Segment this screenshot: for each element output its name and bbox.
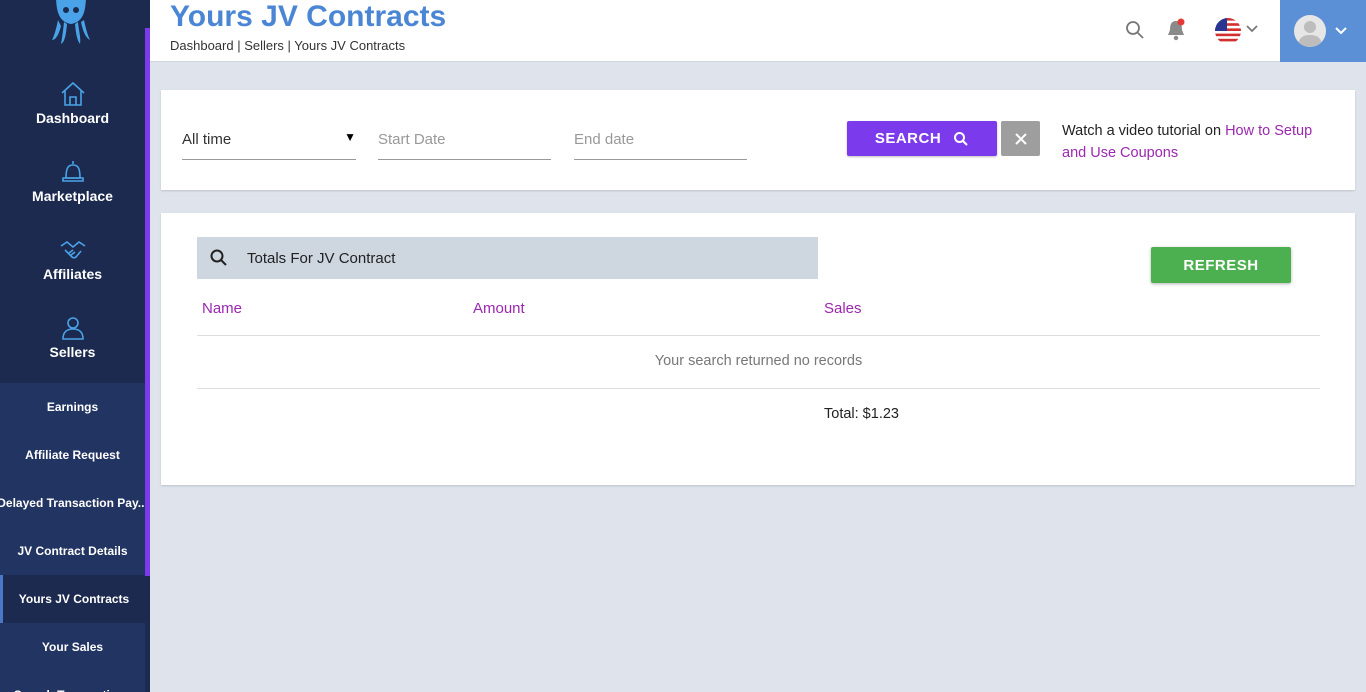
home-icon: [60, 81, 85, 106]
column-header-amount[interactable]: Amount: [473, 300, 525, 317]
search-icon: [954, 131, 968, 146]
column-header-name[interactable]: Name: [202, 300, 242, 317]
dropdown-arrow-icon: ▼: [344, 130, 356, 144]
table-search-value: Totals For JV Contract: [247, 249, 396, 267]
filter-panel: All time ▼ Start Date End date SEARCH Wa…: [161, 90, 1355, 190]
end-date-field[interactable]: End date: [574, 120, 747, 160]
us-flag-icon[interactable]: [1215, 18, 1241, 44]
results-panel: Totals For JV Contract REFRESH Name Amou…: [161, 213, 1355, 485]
tutorial-text: Watch a video tutorial on How to Setup a…: [1062, 120, 1332, 164]
avatar[interactable]: [1294, 15, 1326, 47]
sidebar-item-yours-jv-contracts[interactable]: Yours JV Contracts: [0, 575, 145, 623]
page-title: Yours JV Contracts: [170, 0, 447, 33]
table-search-bar[interactable]: Totals For JV Contract: [197, 237, 818, 279]
notification-bell-icon[interactable]: [1165, 18, 1187, 42]
start-date-field[interactable]: Start Date: [378, 120, 551, 160]
breadcrumb: Dashboard | Sellers | Yours JV Contracts: [170, 38, 406, 53]
search-button[interactable]: SEARCH: [847, 121, 997, 156]
table-divider: [197, 388, 1320, 389]
octopus-logo-icon[interactable]: [50, 0, 92, 46]
users-icon: [61, 317, 84, 340]
sidebar-item-your-sales[interactable]: Your Sales: [0, 623, 145, 671]
period-select[interactable]: All time ▼: [182, 120, 356, 160]
sidebar-item-dashboard[interactable]: Dashboard: [0, 80, 145, 158]
handshake-icon: [60, 241, 85, 259]
sidebar-item-label: Affiliates: [42, 266, 103, 282]
sellers-submenu: Earnings Affiliate Request Delayed Trans…: [0, 383, 145, 692]
chevron-down-icon[interactable]: [1245, 22, 1259, 36]
chevron-down-icon[interactable]: [1334, 24, 1348, 38]
sidebar-item-earnings[interactable]: Earnings: [0, 383, 145, 431]
sidebar-item-label: Marketplace: [32, 188, 113, 204]
top-header: Yours JV Contracts Dashboard | Sellers |…: [150, 0, 1366, 62]
sidebar-item-delayed-transaction[interactable]: Delayed Transaction Pay...: [0, 479, 145, 527]
tutorial-prefix: Watch a video tutorial on: [1062, 123, 1226, 139]
search-icon: [210, 249, 227, 266]
refresh-button[interactable]: REFRESH: [1151, 247, 1291, 283]
sidebar: Dashboard Marketplace Affiliates Sellers…: [0, 0, 150, 692]
empty-state-message: Your search returned no records: [654, 353, 863, 369]
bell-icon: [61, 161, 84, 182]
clear-button[interactable]: [1001, 121, 1040, 156]
period-select-value: All time: [182, 131, 232, 148]
sidebar-item-jv-contract-details[interactable]: JV Contract Details: [0, 527, 145, 575]
sidebar-item-sellers[interactable]: Sellers: [0, 314, 145, 392]
sidebar-item-marketplace[interactable]: Marketplace: [0, 158, 145, 236]
sidebar-item-label: Dashboard: [35, 110, 110, 126]
sidebar-item-label: Sellers: [49, 344, 96, 360]
sidebar-item-affiliates[interactable]: Affiliates: [0, 236, 145, 314]
sidebar-item-affiliate-request[interactable]: Affiliate Request: [0, 431, 145, 479]
table-divider: [197, 335, 1320, 336]
search-icon[interactable]: [1125, 20, 1145, 40]
sidebar-accent-bar: [145, 28, 150, 576]
user-menu[interactable]: [1280, 0, 1366, 62]
sidebar-item-search-transactions[interactable]: Search Transactions: [0, 671, 145, 692]
column-header-sales[interactable]: Sales: [824, 300, 862, 317]
search-button-label: SEARCH: [874, 130, 942, 147]
total-value: Total: $1.23: [824, 406, 899, 422]
close-icon: [1014, 132, 1027, 145]
user-silhouette-icon: [1298, 21, 1322, 47]
